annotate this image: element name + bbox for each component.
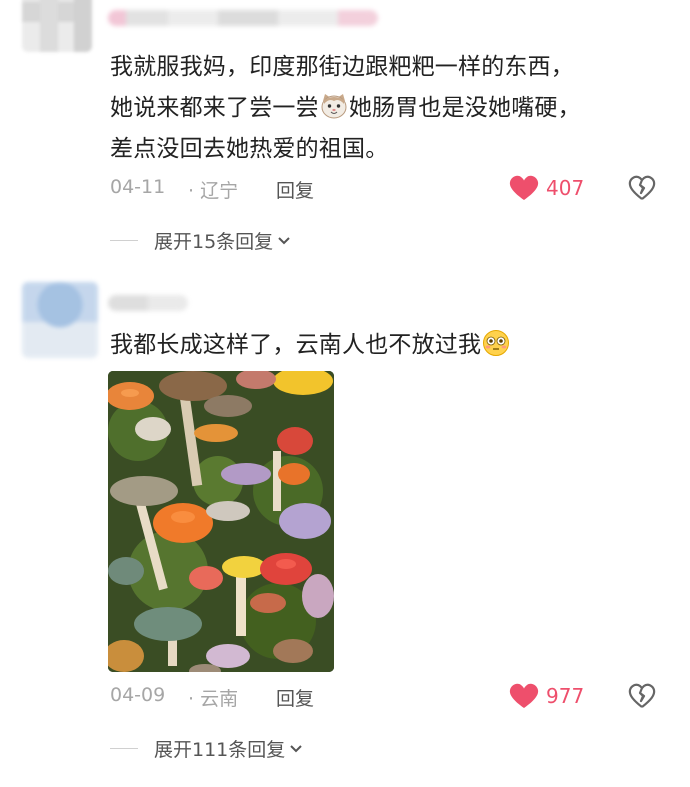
flushed-face-emoji: [483, 330, 510, 356]
comment-meta: 04-11 · 辽宁 回复 407: [110, 172, 670, 206]
expand-replies-label: 展开111条回复: [154, 739, 286, 761]
expand-replies-button[interactable]: 展开111条回复: [154, 735, 303, 762]
comment-text: 我都长成这样了，云南人也不放过我: [110, 325, 672, 366]
heart-icon: [509, 683, 539, 708]
comment-meta: 04-09 · 云南 回复 977: [110, 680, 670, 714]
expand-replies-button[interactable]: 展开15条回复: [154, 227, 291, 254]
cat-face-emoji: [321, 94, 347, 119]
chevron-down-icon: [278, 237, 290, 245]
comment-item: 我都长成这样了，云南人也不放过我 04-09 · 云南 回复 977 展开111…: [0, 270, 690, 787]
expand-replies-label: 展开15条回复: [154, 231, 274, 253]
mushroom-photo[interactable]: [108, 371, 334, 672]
username-blurred[interactable]: [108, 10, 378, 26]
comment-text: 我就服我妈，印度那街边跟粑粑一样的东西， 她说来都来了尝一尝 她肠胃也是没她嘴硬…: [110, 47, 672, 170]
reply-button[interactable]: 回复: [276, 684, 314, 711]
expand-replies: 展开111条回复: [110, 734, 410, 764]
comment-text-segment: 我都长成这样了，云南人也不放过我: [110, 332, 482, 358]
broken-heart-icon[interactable]: [627, 174, 657, 202]
avatar[interactable]: [22, 0, 92, 52]
chevron-down-icon: [290, 745, 302, 753]
expand-replies: 展开15条回复: [110, 226, 410, 256]
reply-button[interactable]: 回复: [276, 176, 314, 203]
like-count: 407: [546, 176, 585, 200]
username-blurred[interactable]: [108, 295, 188, 311]
heart-icon: [509, 175, 539, 200]
like-count: 977: [546, 684, 585, 708]
comment-location: · 云南: [188, 688, 239, 710]
divider: [110, 240, 138, 241]
comment-item: 我就服我妈，印度那街边跟粑粑一样的东西， 她说来都来了尝一尝 她肠胃也是没她嘴硬…: [0, 0, 690, 270]
comment-date: 04-09: [110, 684, 166, 706]
mushroom-photo-art: [108, 371, 334, 672]
broken-heart-icon[interactable]: [627, 682, 657, 710]
avatar[interactable]: [22, 282, 98, 358]
comment-location: · 辽宁: [188, 180, 239, 202]
divider: [110, 748, 138, 749]
comment-date: 04-11: [110, 176, 166, 198]
